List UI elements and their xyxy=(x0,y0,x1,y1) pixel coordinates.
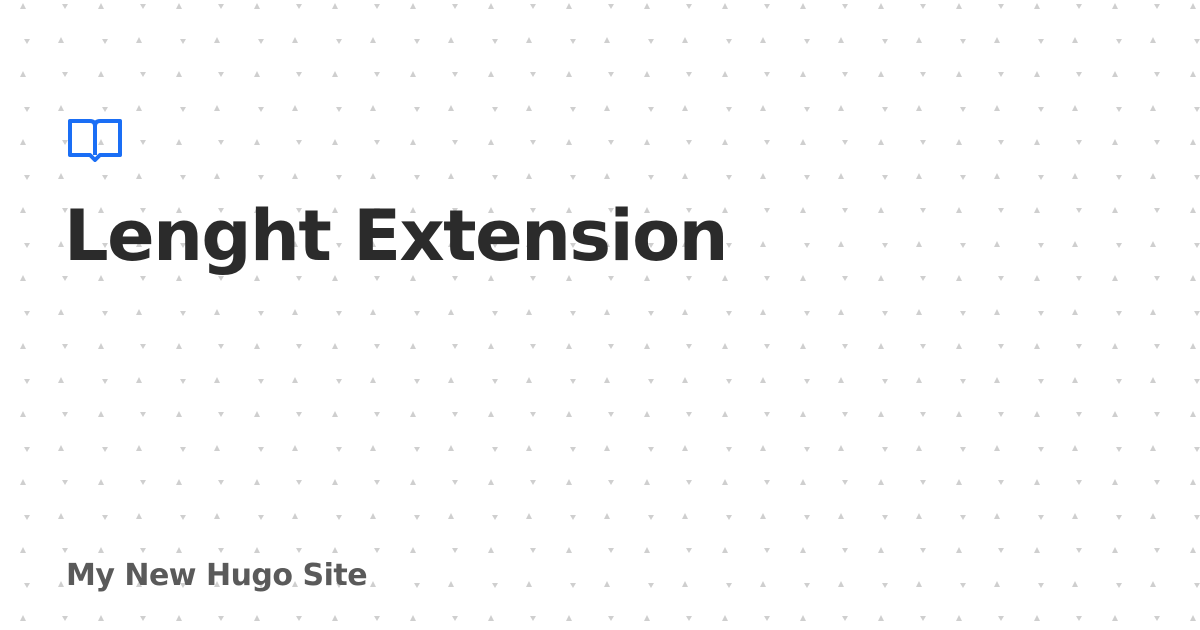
open-book-icon xyxy=(68,119,122,162)
page-title: Lenght Extension xyxy=(64,195,729,277)
dot-pattern-background xyxy=(0,0,1200,630)
site-name: My New Hugo Site xyxy=(66,558,368,593)
